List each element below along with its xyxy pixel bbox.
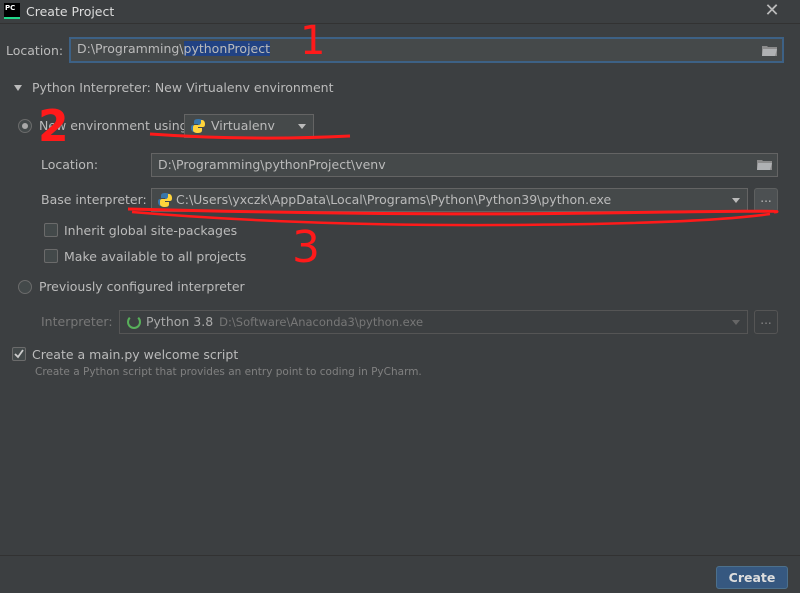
title-bar: PC Create Project ✕ <box>0 0 800 24</box>
previous-interpreter-radio[interactable] <box>18 280 32 294</box>
interpreter-section-header[interactable]: Python Interpreter: New Virtualenv envir… <box>14 80 334 95</box>
base-interpreter-browse-button[interactable]: ... <box>754 188 778 212</box>
window-title: Create Project <box>26 4 115 19</box>
welcome-script-hint: Create a Python script that provides an … <box>35 366 422 378</box>
make-available-label: Make available to all projects <box>64 249 247 264</box>
annotation-number-3: 3 <box>292 222 320 273</box>
welcome-script-checkbox[interactable] <box>12 347 26 361</box>
chevron-down-icon <box>732 320 740 325</box>
pycharm-logo-icon: PC <box>4 3 20 19</box>
interpreter-browse-button[interactable]: ... <box>754 310 778 334</box>
interpreter-label: Interpreter: <box>41 314 113 329</box>
venv-location-value: D:\Programming\pythonProject\venv <box>158 157 386 172</box>
python-icon <box>158 193 172 207</box>
interpreter-select[interactable]: Python 3.8 D:\Software\Anaconda3\python.… <box>119 310 748 334</box>
interpreter-section-title: Python Interpreter: New Virtualenv envir… <box>32 80 334 95</box>
location-label: Location: <box>6 43 64 58</box>
interpreter-name: Python 3.8 <box>146 314 214 329</box>
inherit-site-packages-label: Inherit global site-packages <box>64 223 238 238</box>
location-input-prefix: D:\Programming\ <box>77 41 184 56</box>
environment-tool-value: Virtualenv <box>211 118 275 133</box>
venv-location-input[interactable]: D:\Programming\pythonProject\venv <box>151 153 778 177</box>
checkmark-icon <box>14 349 24 359</box>
folder-icon[interactable] <box>757 159 772 170</box>
create-button[interactable]: Create <box>716 566 788 589</box>
location-input-selection: pythonProject <box>183 41 271 56</box>
loading-icon <box>127 315 141 329</box>
close-icon[interactable]: ✕ <box>762 1 782 21</box>
chevron-down-icon <box>14 84 22 91</box>
environment-tool-select[interactable]: Virtualenv <box>184 114 314 138</box>
folder-icon[interactable] <box>762 45 777 56</box>
welcome-script-label: Create a main.py welcome script <box>32 347 239 362</box>
interpreter-path: D:\Software\Anaconda3\python.exe <box>219 315 424 329</box>
base-interpreter-select[interactable]: C:\Users\yxczk\AppData\Local\Programs\Py… <box>151 188 748 212</box>
dialog-footer <box>0 555 800 593</box>
make-available-checkbox[interactable] <box>44 249 58 263</box>
previous-interpreter-label: Previously configured interpreter <box>39 279 245 294</box>
new-environment-label: New environment using <box>39 118 188 133</box>
base-interpreter-value: C:\Users\yxczk\AppData\Local\Programs\Py… <box>176 192 612 207</box>
inherit-site-packages-checkbox[interactable] <box>44 223 58 237</box>
chevron-down-icon <box>732 198 740 203</box>
new-environment-radio[interactable] <box>18 119 32 133</box>
base-interpreter-label: Base interpreter: <box>41 192 147 207</box>
location-input[interactable]: D:\Programming\pythonProject <box>69 37 784 63</box>
venv-location-label: Location: <box>41 157 99 172</box>
chevron-down-icon <box>298 124 306 129</box>
python-icon <box>191 119 205 133</box>
